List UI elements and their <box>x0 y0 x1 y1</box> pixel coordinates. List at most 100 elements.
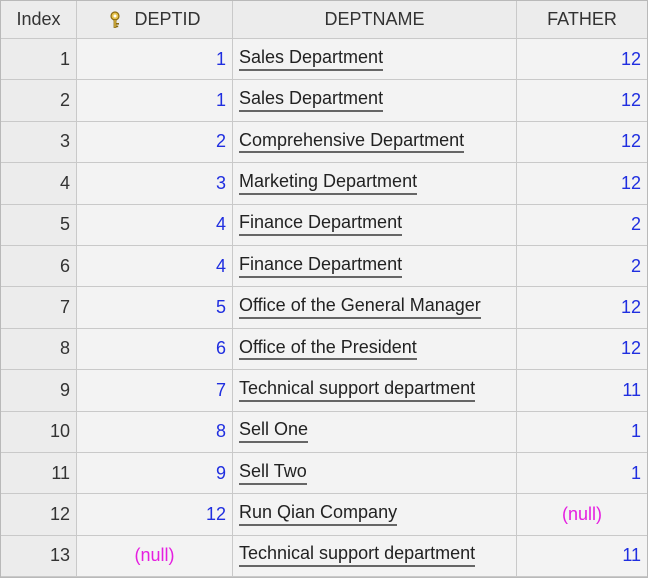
deptid-cell[interactable]: 3 <box>77 163 233 205</box>
index-cell[interactable]: 10 <box>1 411 77 453</box>
father-cell[interactable]: 2 <box>517 205 647 246</box>
index-cell[interactable]: 6 <box>1 245 77 288</box>
index-cell[interactable]: 8 <box>1 328 77 371</box>
header-deptname[interactable]: DEPTNAME <box>233 1 517 39</box>
index-value: 13 <box>49 545 70 566</box>
deptname-value[interactable]: Sales Department <box>239 88 384 112</box>
table-row[interactable]: 2 1 Sales Department 12 <box>1 80 647 122</box>
deptname-value[interactable]: Sell Two <box>239 461 307 485</box>
index-value: 2 <box>59 90 70 111</box>
deptname-value[interactable]: Marketing Department <box>239 171 418 195</box>
deptid-cell[interactable]: 9 <box>77 452 233 495</box>
father-cell[interactable]: 1 <box>517 453 647 495</box>
header-row: Index DEPTID DEPTNAME FATHER <box>1 1 647 39</box>
deptname-cell[interactable]: Marketing Department <box>233 163 517 205</box>
deptname-cell[interactable]: Sales Department <box>233 39 517 81</box>
index-cell[interactable]: 4 <box>1 163 77 205</box>
index-cell[interactable]: 5 <box>1 204 77 246</box>
deptname-cell[interactable]: Sales Department <box>233 80 517 122</box>
deptid-cell[interactable]: 6 <box>77 328 233 371</box>
header-deptid[interactable]: DEPTID <box>77 1 233 39</box>
index-cell[interactable]: 1 <box>1 39 77 81</box>
deptname-value[interactable]: Sell One <box>239 419 309 444</box>
data-table: Index DEPTID DEPTNAME FATHER 1 1 Sales D… <box>0 0 648 578</box>
father-cell[interactable]: 12 <box>517 80 647 122</box>
table-row[interactable]: 5 4 Finance Department 2 <box>1 204 647 246</box>
deptname-value[interactable]: Comprehensive Department <box>239 130 465 154</box>
deptid-value: 3 <box>215 172 226 193</box>
table-row[interactable]: 9 7 Technical support department 11 <box>1 370 647 412</box>
deptname-cell[interactable]: Finance Department <box>233 245 517 288</box>
deptid-cell[interactable]: 5 <box>77 287 233 329</box>
table-row[interactable]: 7 5 Office of the General Manager 12 <box>1 287 647 329</box>
deptid-cell[interactable]: 2 <box>77 121 233 164</box>
deptid-cell[interactable]: 1 <box>77 80 233 122</box>
index-cell[interactable]: 12 <box>1 494 77 536</box>
father-cell[interactable]: (null) <box>517 494 647 536</box>
deptname-value[interactable]: Office of the General Manager <box>239 295 481 319</box>
header-father-label: FATHER <box>547 9 617 29</box>
table-row[interactable]: 8 6 Office of the President 12 <box>1 328 647 371</box>
table-row[interactable]: 4 3 Marketing Department 12 <box>1 163 647 205</box>
table-row[interactable]: 13 (null) Technical support department 1… <box>1 535 647 578</box>
deptname-cell[interactable]: Sell One <box>233 411 517 453</box>
father-cell[interactable]: 12 <box>517 163 647 205</box>
table-row[interactable]: 3 2 Comprehensive Department 12 <box>1 121 647 164</box>
father-value: 2 <box>630 255 641 276</box>
index-cell[interactable]: 9 <box>1 370 77 412</box>
father-cell[interactable]: 12 <box>517 39 647 81</box>
deptname-value[interactable]: Finance Department <box>239 213 403 237</box>
deptname-cell[interactable]: Technical support department <box>233 370 517 412</box>
deptname-value[interactable]: Sales Department <box>239 47 384 71</box>
header-father[interactable]: FATHER <box>517 1 647 39</box>
table-row[interactable]: 1 1 Sales Department 12 <box>1 39 647 81</box>
father-cell[interactable]: 1 <box>517 412 647 453</box>
father-value: 11 <box>622 379 641 400</box>
deptid-value: 1 <box>215 90 226 111</box>
deptname-cell[interactable]: Sell Two <box>233 452 517 495</box>
index-cell[interactable]: 13 <box>1 535 77 578</box>
index-value: 9 <box>59 379 70 400</box>
header-index[interactable]: Index <box>1 1 77 39</box>
deptname-value[interactable]: Technical support department <box>239 544 476 568</box>
deptid-cell[interactable]: 12 <box>77 494 233 536</box>
index-value: 7 <box>59 297 70 318</box>
deptid-cell[interactable]: 1 <box>77 39 233 81</box>
deptid-cell[interactable]: (null) <box>77 535 233 578</box>
deptname-cell[interactable]: Finance Department <box>233 204 517 246</box>
father-cell[interactable]: 2 <box>517 246 647 288</box>
table-row[interactable]: 11 9 Sell Two 1 <box>1 452 647 495</box>
father-cell[interactable]: 12 <box>517 287 647 329</box>
deptname-value[interactable]: Finance Department <box>239 254 403 278</box>
index-value: 4 <box>59 172 70 193</box>
deptname-value[interactable]: Office of the President <box>239 337 417 361</box>
deptid-cell[interactable]: 8 <box>77 411 233 453</box>
deptid-cell[interactable]: 7 <box>77 370 233 412</box>
father-cell[interactable]: 11 <box>517 370 647 412</box>
index-value: 11 <box>51 462 70 483</box>
deptname-cell[interactable]: Office of the General Manager <box>233 287 517 329</box>
index-cell[interactable]: 3 <box>1 121 77 164</box>
index-cell[interactable]: 7 <box>1 287 77 329</box>
deptid-value: 5 <box>215 297 226 318</box>
deptname-value[interactable]: Run Qian Company <box>239 502 398 526</box>
deptid-cell[interactable]: 4 <box>77 204 233 246</box>
index-value: 10 <box>49 421 70 442</box>
index-cell[interactable]: 2 <box>1 80 77 122</box>
table-row[interactable]: 10 8 Sell One 1 <box>1 411 647 453</box>
deptname-cell[interactable]: Run Qian Company <box>233 494 517 536</box>
deptname-cell[interactable]: Comprehensive Department <box>233 121 517 164</box>
deptid-cell[interactable]: 4 <box>77 245 233 288</box>
table-row[interactable]: 12 12 Run Qian Company (null) <box>1 494 647 536</box>
table-row[interactable]: 6 4 Finance Department 2 <box>1 245 647 288</box>
father-value: 12 <box>620 90 641 111</box>
key-icon <box>108 10 122 29</box>
father-cell[interactable]: 12 <box>517 122 647 164</box>
deptname-value[interactable]: Technical support department <box>239 378 476 402</box>
deptname-cell[interactable]: Technical support department <box>233 535 517 578</box>
father-cell[interactable]: 12 <box>517 329 647 371</box>
deptid-value: 1 <box>215 48 226 69</box>
index-cell[interactable]: 11 <box>1 452 77 495</box>
father-cell[interactable]: 11 <box>517 536 647 578</box>
deptname-cell[interactable]: Office of the President <box>233 328 517 371</box>
